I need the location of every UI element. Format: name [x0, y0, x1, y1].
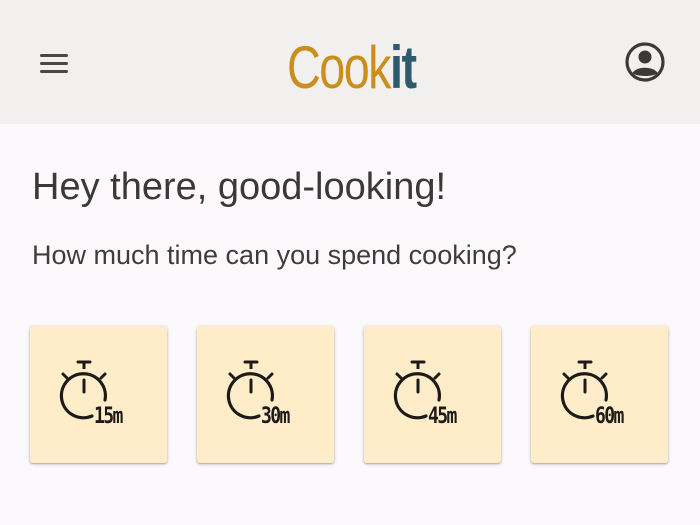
time-option-label: 45m [428, 404, 457, 429]
account-button[interactable] [623, 40, 667, 84]
logo-text-secondary: it [390, 34, 417, 101]
time-option-label: 30m [261, 404, 290, 429]
time-option-30[interactable]: 30m [197, 326, 334, 463]
app-bar: Cook it [0, 0, 700, 124]
app-logo[interactable]: Cook it [287, 26, 417, 101]
hamburger-icon [40, 53, 68, 57]
time-option-45[interactable]: 45m [364, 326, 501, 463]
time-option-60[interactable]: 60m [531, 326, 668, 463]
account-circle-icon [625, 42, 665, 82]
hamburger-icon-line [40, 61, 68, 65]
hamburger-icon-line [40, 69, 68, 73]
time-option-label: 60m [595, 404, 624, 429]
menu-button[interactable] [30, 42, 78, 84]
logo-text-primary: Cook [287, 34, 392, 101]
time-option-15[interactable]: 15m [30, 326, 167, 463]
time-prompt: How much time can you spend cooking? [32, 240, 517, 270]
time-options: 15m 30m 45m 60m [30, 326, 668, 463]
greeting-heading: Hey there, good-looking! [32, 166, 447, 208]
time-option-label: 15m [94, 404, 123, 429]
